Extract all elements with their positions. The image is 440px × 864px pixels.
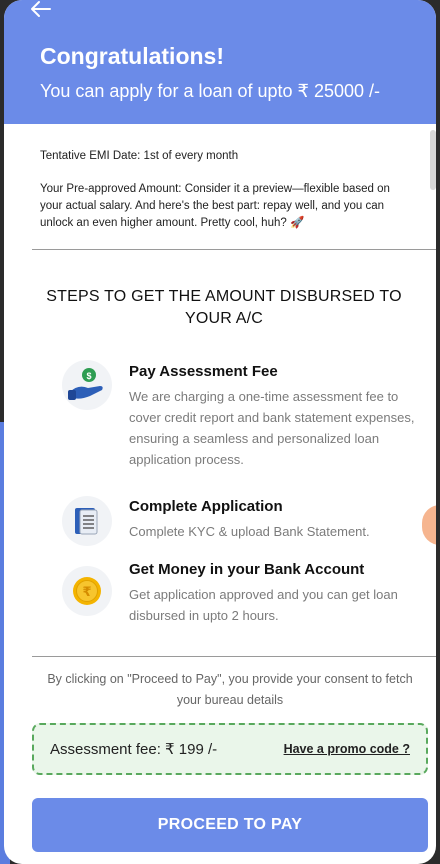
svg-text:₹: ₹	[82, 585, 91, 600]
step-1-desc: We are charging a one-time assessment fe…	[129, 389, 415, 467]
document-icon	[62, 496, 112, 546]
assessment-fee-box: Assessment fee: ₹ 199 /- Have a promo co…	[32, 723, 428, 775]
step-2-desc: Complete KYC & upload Bank Statement.	[129, 524, 370, 539]
step-1-title: Pay Assessment Fee	[129, 363, 278, 380]
steps-heading: STEPS TO GET THE AMOUNT DISBURSED TO YOU…	[46, 288, 402, 327]
preapproved-text: Your Pre-approved Amount: Consider it a …	[40, 183, 390, 229]
assessment-fee-text: Assessment fee: ₹ 199 /-	[50, 741, 218, 758]
loan-limit-text: You can apply for a loan of upto ₹ 25000…	[40, 81, 381, 101]
consent-text: By clicking on "Proceed to Pay", you pro…	[47, 672, 413, 707]
divider	[32, 656, 436, 657]
arrow-left-icon[interactable]	[30, 0, 52, 18]
proceed-to-pay-button[interactable]: PROCEED TO PAY	[32, 798, 428, 852]
promo-code-link[interactable]: Have a promo code ?	[284, 742, 410, 756]
rupee-coin-icon: ₹	[62, 566, 112, 616]
header: Congratulations! You can apply for a loa…	[4, 0, 436, 124]
divider	[32, 249, 436, 250]
step-3-desc: Get application approved and you can get…	[129, 587, 398, 623]
emi-date-text: Tentative EMI Date: 1st of every month	[40, 150, 239, 162]
step-3-title: Get Money in your Bank Account	[129, 561, 365, 578]
hand-coin-icon: $	[62, 360, 112, 410]
step-2-title: Complete Application	[129, 498, 283, 515]
screen: Congratulations! You can apply for a loa…	[4, 0, 436, 864]
scroll-indicator[interactable]	[430, 130, 436, 190]
page-title: Congratulations!	[40, 43, 224, 69]
svg-text:$: $	[86, 371, 91, 381]
